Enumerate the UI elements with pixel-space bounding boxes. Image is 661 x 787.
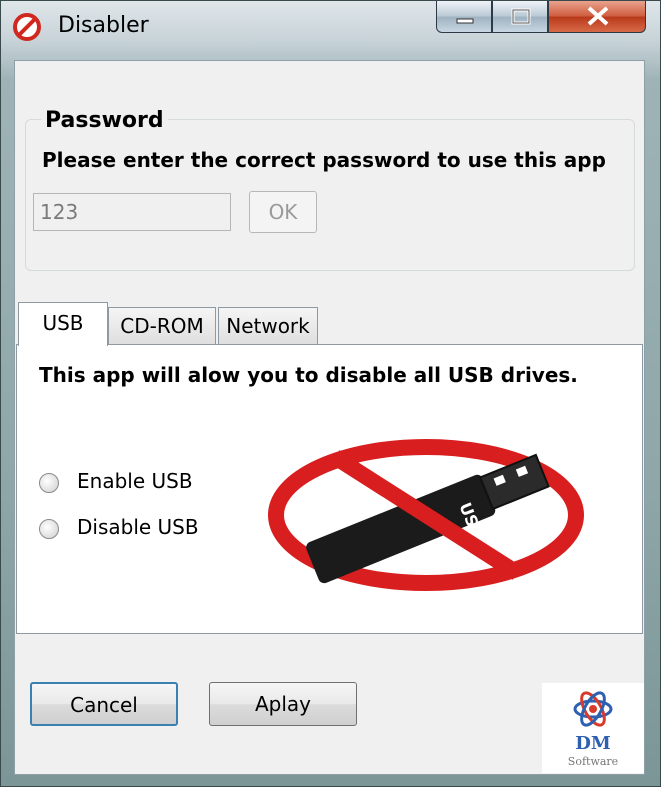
maximize-button[interactable]: [492, 1, 548, 33]
close-icon: [587, 6, 609, 26]
radio-button-icon[interactable]: [39, 519, 59, 539]
disabler-window: Disabler Password Please enter the corre…: [0, 0, 661, 787]
apply-button[interactable]: Aplay: [209, 682, 357, 726]
radio-button-icon[interactable]: [39, 473, 59, 493]
logo-subtitle: Software: [567, 755, 619, 768]
no-entry-icon: [13, 13, 41, 41]
usb-description: This app will alow you to disable all US…: [39, 363, 578, 387]
disable-usb-label[interactable]: Disable USB: [77, 515, 199, 539]
logo-name: DM: [575, 733, 611, 754]
password-input[interactable]: [33, 193, 231, 231]
maximize-icon: [511, 8, 531, 25]
title-bar[interactable]: Disabler: [1, 1, 660, 51]
dm-software-logo: DM Software: [542, 683, 644, 773]
tab-cd-rom[interactable]: CD-ROM: [108, 307, 216, 345]
close-button[interactable]: [548, 1, 646, 33]
usb-tab-panel: This app will alow you to disable all US…: [16, 344, 643, 634]
enable-usb-label[interactable]: Enable USB: [77, 469, 193, 493]
password-group-label: Password: [41, 108, 168, 133]
cancel-button[interactable]: Cancel: [30, 682, 178, 726]
atom-logo-icon: [573, 691, 613, 727]
minimize-icon: [456, 18, 474, 24]
usb-prohibited-icon: USB: [268, 439, 584, 591]
client-area: Password Please enter the correct passwo…: [14, 60, 645, 775]
tab-usb[interactable]: USB: [18, 302, 108, 346]
window-title: Disabler: [58, 13, 149, 38]
tab-network[interactable]: Network: [218, 307, 318, 345]
ok-button[interactable]: OK: [249, 191, 317, 233]
minimize-button[interactable]: [436, 1, 492, 33]
password-prompt: Please enter the correct password to use…: [42, 148, 606, 172]
